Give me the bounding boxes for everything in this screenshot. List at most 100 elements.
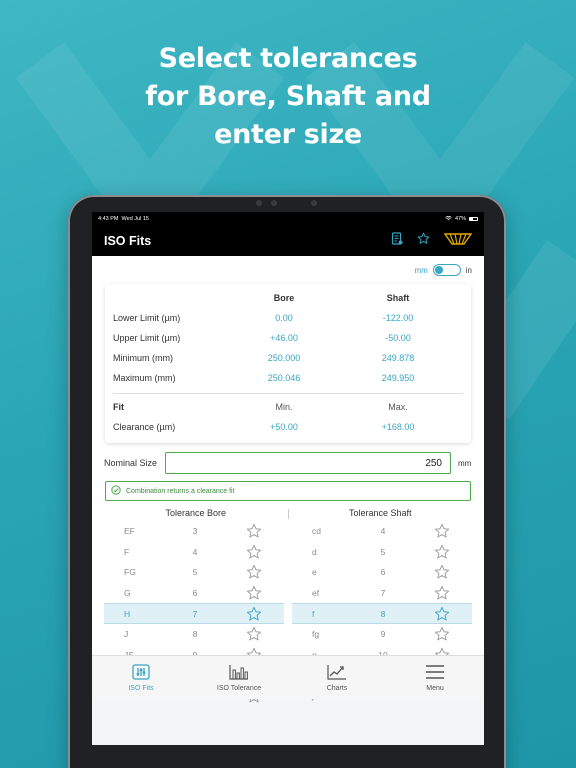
- tolerance-letter: H: [124, 608, 131, 619]
- favorite-star-icon[interactable]: [412, 564, 472, 580]
- favorite-star-icon[interactable]: [224, 544, 284, 560]
- wifi-icon: [445, 215, 452, 223]
- bore-value: +46.00: [270, 333, 298, 343]
- result-row: Lower Limit (µm) 0.00 -122.00: [113, 308, 463, 328]
- tolerance-item[interactable]: FG 5: [104, 562, 284, 583]
- tolerance-item[interactable]: J8: [104, 624, 284, 645]
- favorite-star-icon[interactable]: [224, 564, 284, 580]
- tab-label: Menu: [426, 684, 444, 692]
- fit-result-banner: Combination returns a clearance fit: [105, 481, 471, 501]
- app-screen: 4:43 PM Wed Jul 15 47% ISO Fits mm in Bo…: [92, 212, 484, 745]
- bar-chart-icon: [229, 664, 249, 682]
- unit-switch-row: mm in: [92, 256, 484, 284]
- tolerance-item[interactable]: fg 9: [292, 624, 472, 645]
- tab-label: Charts: [326, 684, 348, 692]
- toggle-knob: [434, 266, 443, 274]
- tolerance-item[interactable]: F4: [104, 542, 284, 563]
- clearance-row: Clearance (µm) +50.00 +168.00: [113, 417, 463, 437]
- favorite-star-icon[interactable]: [412, 544, 472, 560]
- tolerance-item[interactable]: e6: [292, 562, 472, 583]
- tolerance-grade: 7: [380, 588, 386, 599]
- clearance-min: +50.00: [270, 422, 298, 432]
- bore-value: 0.00: [275, 313, 293, 323]
- tolerance-item[interactable]: EF 3: [104, 521, 284, 542]
- clearance-label: Clearance (µm): [113, 422, 176, 432]
- page-title: ISO Fits: [104, 234, 152, 248]
- tolerance-shaft-header: Tolerance Shaft: [348, 508, 412, 518]
- nominal-size-input[interactable]: 250: [165, 452, 451, 474]
- divider: [113, 393, 463, 394]
- tab-iso-tolerance[interactable]: ISO Tolerance: [190, 656, 288, 699]
- status-time: 4:43 PM: [98, 216, 119, 222]
- tab-label: ISO Fits: [128, 684, 154, 692]
- tolerance-item[interactable]: G6: [104, 583, 284, 604]
- favorite-star-icon[interactable]: [224, 523, 284, 539]
- tab-menu[interactable]: Menu: [386, 656, 484, 699]
- tolerance-item[interactable]: f8: [292, 603, 472, 624]
- favorite-star-icon[interactable]: [412, 523, 472, 539]
- favorites-star-icon[interactable]: [417, 232, 430, 250]
- tolerance-item[interactable]: H7: [104, 603, 284, 624]
- tolerance-grade: 8: [192, 629, 198, 640]
- tab-iso-fits[interactable]: ISO Fits: [92, 656, 190, 699]
- marketing-headline: Select tolerances for Bore, Shaft and en…: [0, 40, 576, 154]
- menu-icon: [425, 664, 445, 682]
- tab-charts[interactable]: Charts: [288, 656, 386, 699]
- tolerance-letter: fg: [312, 629, 320, 640]
- banner-text: Combination returns a clearance fit: [126, 487, 235, 495]
- favorite-star-icon[interactable]: [224, 585, 284, 601]
- tolerance-grade: 4: [192, 546, 198, 557]
- tolerance-bore-header: Tolerance Bore: [165, 508, 227, 518]
- brand-logo-icon[interactable]: [443, 232, 473, 250]
- row-label: Upper Limit (µm): [113, 333, 181, 343]
- results-card: Bore Shaft Lower Limit (µm) 0.00 -122.00…: [105, 284, 471, 443]
- favorite-star-icon[interactable]: [224, 626, 284, 642]
- status-date: Wed Jul 15: [121, 216, 149, 222]
- bore-value: 250.000: [267, 353, 301, 363]
- tolerance-letter: d: [312, 546, 317, 557]
- camera-dot: [256, 200, 262, 206]
- tolerance-headers: Tolerance Bore Tolerance Shaft: [104, 508, 472, 520]
- battery-percent: 47%: [454, 216, 466, 222]
- tab-bar: ISO Fits ISO Tolerance Charts Menu: [92, 655, 484, 699]
- tolerance-item[interactable]: ef 7: [292, 583, 472, 604]
- tolerance-grade: 6: [380, 567, 386, 578]
- favorite-star-icon[interactable]: [412, 626, 472, 642]
- headline-line-1: Select tolerances: [158, 43, 418, 74]
- main-content: mm in Bore Shaft Lower Limit (µm) 0.00 -…: [92, 256, 484, 703]
- tolerance-grade: 3: [192, 526, 198, 537]
- shaft-value: 249.950: [381, 373, 415, 383]
- tolerance-letter: FG: [124, 567, 136, 578]
- row-label: Lower Limit (µm): [113, 313, 181, 323]
- nominal-size-row: Nominal Size 250 mm: [104, 452, 472, 474]
- unit-toggle[interactable]: [432, 264, 461, 276]
- nominal-size-label: Nominal Size: [104, 458, 158, 468]
- check-circle-icon: [111, 485, 121, 497]
- shaft-column-header: Shaft: [386, 293, 410, 303]
- document-icon[interactable]: [391, 232, 403, 250]
- row-label: Minimum (mm): [113, 353, 173, 363]
- unit-in-label: in: [465, 265, 472, 275]
- favorite-star-icon[interactable]: [224, 606, 284, 622]
- fit-min-header: Min.: [275, 402, 293, 412]
- tab-label: ISO Tolerance: [216, 684, 262, 692]
- battery-icon: [469, 217, 478, 221]
- tolerance-letter: J: [124, 629, 129, 640]
- favorite-star-icon[interactable]: [412, 606, 472, 622]
- tolerance-item[interactable]: d5: [292, 542, 472, 563]
- line-chart-icon: [327, 664, 347, 682]
- headline-line-3: enter size: [214, 119, 362, 150]
- fit-label: Fit: [113, 402, 124, 412]
- bore-value: 250.046: [267, 373, 301, 383]
- tolerance-grade: 8: [380, 608, 386, 619]
- camera-lens: [271, 200, 277, 206]
- unit-mm-label: mm: [414, 265, 428, 275]
- result-row: Upper Limit (µm) +46.00 -50.00: [113, 328, 463, 348]
- tolerance-grade: 9: [380, 629, 386, 640]
- tolerance-letter: F: [124, 546, 130, 557]
- tolerance-item[interactable]: cd 4: [292, 521, 472, 542]
- sensor-dot: [311, 200, 317, 206]
- status-bar: 4:43 PM Wed Jul 15 47%: [92, 212, 484, 226]
- tolerance-grade: 5: [380, 546, 386, 557]
- favorite-star-icon[interactable]: [412, 585, 472, 601]
